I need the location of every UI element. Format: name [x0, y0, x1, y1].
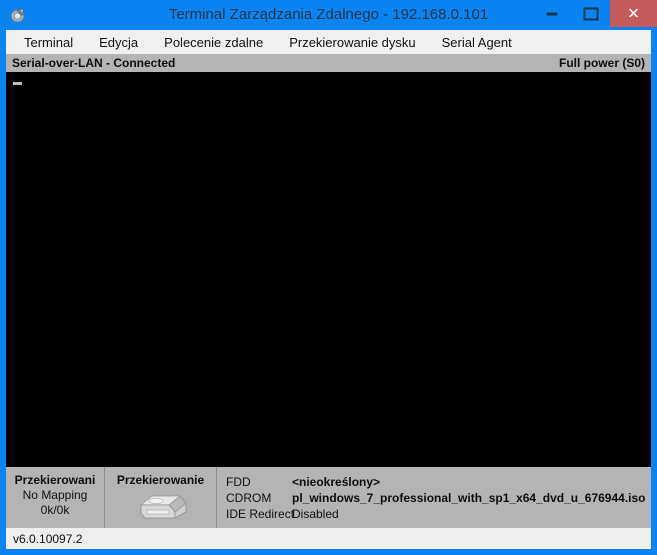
mapping-heading: Przekierowani [14, 473, 96, 487]
mapping-throughput: 0k/0k [40, 503, 70, 517]
info-row-ide-redirect: IDE Redirect Disabled [226, 506, 651, 522]
window-controls: ✕ [532, 0, 657, 27]
connection-status-bar: Serial-over-LAN - Connected Full power (… [6, 54, 651, 72]
cdrom-value: pl_windows_7_professional_with_sp1_x64_d… [292, 491, 646, 505]
close-button[interactable]: ✕ [610, 0, 657, 27]
minimize-button[interactable] [532, 0, 571, 27]
mapping-status-column: Przekierowani No Mapping 0k/0k [6, 467, 105, 528]
ide-redirect-value: Disabled [292, 507, 339, 521]
disk-drive-icon[interactable] [135, 492, 187, 522]
menu-item-edycja[interactable]: Edycja [86, 32, 151, 53]
redirection-panel: Przekierowani No Mapping 0k/0k Przekiero… [6, 467, 651, 528]
menu-bar: Terminal Edycja Polecenie zdalne Przekie… [6, 30, 651, 54]
minimize-icon [546, 12, 557, 16]
maximize-icon [583, 7, 598, 20]
power-status-text: Full power (S0) [558, 56, 645, 70]
fdd-label: FDD [226, 475, 251, 489]
device-info-column: FDD <nieokreślony> CDROM pl_windows_7_pr… [217, 467, 651, 528]
version-status-bar: v6.0.10097.2 [6, 528, 651, 549]
remote-management-terminal-window: Terminal Zarządzania Zdalnego - 192.168.… [0, 0, 657, 555]
menu-item-polecenie-zdalne[interactable]: Polecenie zdalne [151, 32, 276, 53]
mapping-state: No Mapping [22, 488, 88, 502]
connection-status-text: Serial-over-LAN - Connected [12, 56, 176, 70]
info-row-fdd: FDD <nieokreślony> [226, 474, 651, 490]
ide-redirect-label: IDE Redirect [226, 507, 295, 521]
menu-item-terminal[interactable]: Terminal [11, 32, 86, 53]
menu-item-przekierowanie-dysku[interactable]: Przekierowanie dysku [276, 32, 428, 53]
device-heading: Przekierowanie [116, 473, 205, 487]
fdd-value: <nieokreślony> [292, 475, 381, 489]
menu-item-serial-agent[interactable]: Serial Agent [429, 32, 525, 53]
terminal-cursor [13, 82, 22, 85]
info-row-cdrom: CDROM pl_windows_7_professional_with_sp1… [226, 490, 651, 506]
maximize-button[interactable] [571, 0, 610, 27]
close-icon: ✕ [627, 5, 640, 22]
version-text: v6.0.10097.2 [13, 531, 83, 546]
cdrom-label: CDROM [226, 491, 272, 505]
terminal-console[interactable] [6, 72, 651, 467]
title-bar: Terminal Zarządzania Zdalnego - 192.168.… [0, 0, 657, 30]
device-redirection-column: Przekierowanie [105, 467, 217, 528]
